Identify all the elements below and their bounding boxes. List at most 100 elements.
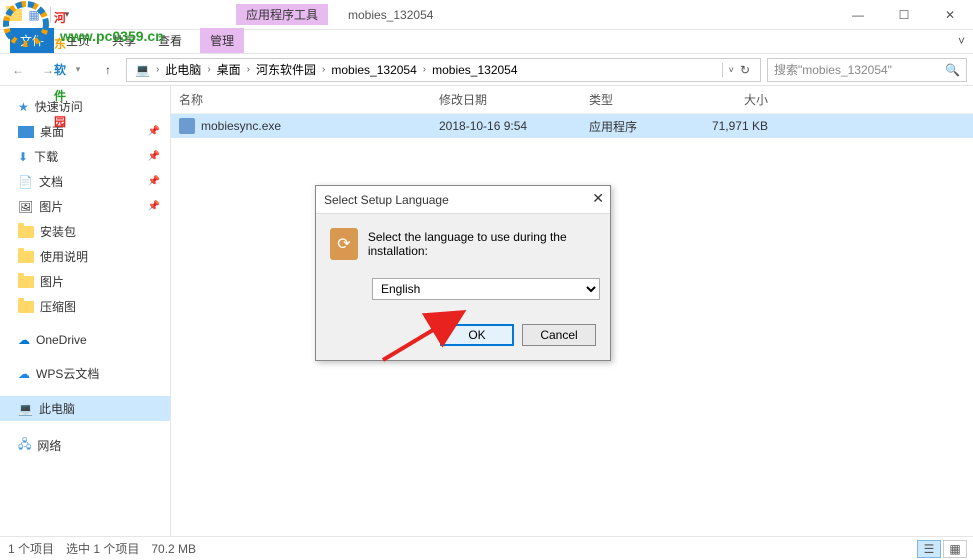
- sidebar-label: 图片: [40, 273, 64, 290]
- crumb-thispc[interactable]: 此电脑: [161, 61, 205, 78]
- pc-icon[interactable]: 💻: [131, 63, 154, 77]
- window-title: mobies_132054: [348, 8, 433, 22]
- status-selected: 选中 1 个项目: [66, 540, 139, 557]
- close-button[interactable]: ✕: [927, 0, 973, 30]
- dialog-close-icon[interactable]: ✕: [592, 190, 604, 207]
- search-box[interactable]: 搜索"mobies_132054" 🔍: [767, 58, 967, 82]
- sidebar-label: 下载: [34, 148, 58, 165]
- window-controls: — ☐ ✕: [835, 0, 973, 30]
- folder-icon: [18, 226, 34, 238]
- sidebar-item-wps[interactable]: ☁ WPS云文档: [0, 361, 170, 386]
- address-bar: ← → ▾ ↑ 💻 › 此电脑 › 桌面 › 河东软件园 › mobies_13…: [0, 54, 973, 86]
- sidebar-item-quick-access[interactable]: ★快速访问: [0, 94, 170, 119]
- crumb-folder[interactable]: 河东软件园: [252, 61, 320, 78]
- icons-view-button[interactable]: ▦: [943, 540, 967, 558]
- tab-manage[interactable]: 管理: [200, 28, 244, 53]
- minimize-button[interactable]: —: [835, 0, 881, 30]
- back-button[interactable]: ←: [6, 58, 30, 82]
- sidebar-label: 此电脑: [39, 400, 75, 417]
- sidebar-item-install[interactable]: 安装包: [0, 219, 170, 244]
- properties-icon[interactable]: ▦: [26, 7, 42, 23]
- sidebar-label: 压缩图: [40, 298, 76, 315]
- search-placeholder: 搜索"mobies_132054": [774, 61, 892, 78]
- column-headers: 名称 修改日期 类型 大小: [171, 86, 973, 114]
- ribbon-tabs: 文件 主页 共享 查看 管理 ˅: [0, 30, 973, 54]
- file-size: 71,971 KB: [681, 119, 776, 133]
- sidebar-item-instructions[interactable]: 使用说明: [0, 244, 170, 269]
- search-icon[interactable]: 🔍: [945, 63, 960, 77]
- address-actions: ˅ ↻: [722, 63, 756, 77]
- sidebar-item-compressed[interactable]: 压缩图: [0, 294, 170, 319]
- exe-icon: [179, 118, 195, 134]
- dialog-titlebar[interactable]: Select Setup Language ✕: [316, 186, 610, 214]
- navigation-sidebar: ★快速访问 桌面📌 ⬇ 下载 📌 📄 文档 📌 🖼图片📌 安装包 使用说明 图片 压缩图…: [0, 86, 171, 536]
- file-type: 应用程序: [581, 118, 681, 135]
- folder-icon: [18, 276, 34, 288]
- document-icon: 📄: [18, 175, 33, 189]
- sidebar-label: 网络: [37, 437, 61, 454]
- sidebar-label: 快速访问: [35, 98, 83, 115]
- file-date: 2018-10-16 9:54: [431, 119, 581, 133]
- file-row[interactable]: mobiesync.exe 2018-10-16 9:54 应用程序 71,97…: [171, 114, 973, 138]
- refresh-icon[interactable]: ↻: [740, 63, 750, 77]
- col-date[interactable]: 修改日期: [431, 91, 581, 108]
- tab-file[interactable]: 文件: [10, 28, 54, 53]
- sidebar-label: 桌面: [40, 123, 64, 140]
- chevron-right-icon[interactable]: ›: [423, 64, 426, 75]
- language-select[interactable]: English: [372, 278, 600, 300]
- qat-dropdown-icon[interactable]: ▾: [59, 7, 75, 23]
- download-icon: ⬇: [18, 150, 28, 164]
- dialog-title: Select Setup Language: [324, 193, 449, 207]
- pin-icon: 📌: [148, 176, 160, 187]
- dropdown-icon[interactable]: ˅: [729, 65, 734, 75]
- status-size: 70.2 MB: [151, 542, 196, 556]
- up-button[interactable]: ↑: [96, 58, 120, 82]
- sidebar-label: OneDrive: [36, 333, 87, 347]
- chevron-right-icon[interactable]: ›: [207, 64, 210, 75]
- sidebar-label: 安装包: [40, 223, 76, 240]
- col-size[interactable]: 大小: [681, 91, 776, 108]
- chevron-right-icon[interactable]: ›: [156, 64, 159, 75]
- folder-icon: [18, 301, 34, 313]
- crumb-folder[interactable]: mobies_132054: [428, 63, 521, 77]
- cancel-button[interactable]: Cancel: [522, 324, 596, 346]
- chevron-right-icon[interactable]: ›: [247, 64, 250, 75]
- chevron-right-icon[interactable]: ›: [322, 64, 325, 75]
- status-bar: 1 个项目 选中 1 个项目 70.2 MB ☰ ▦: [0, 536, 973, 560]
- maximize-button[interactable]: ☐: [881, 0, 927, 30]
- recent-dropdown-icon[interactable]: ▾: [66, 58, 90, 82]
- sidebar-item-documents[interactable]: 📄 文档 📌: [0, 169, 170, 194]
- sidebar-item-pictures2[interactable]: 图片: [0, 269, 170, 294]
- col-name[interactable]: 名称: [171, 91, 431, 108]
- sidebar-item-network[interactable]: 🖧网络: [0, 431, 170, 460]
- sidebar-item-desktop[interactable]: 桌面📌: [0, 119, 170, 144]
- desktop-icon: [18, 126, 34, 138]
- breadcrumb[interactable]: 💻 › 此电脑 › 桌面 › 河东软件园 › mobies_132054 › m…: [126, 58, 761, 82]
- sidebar-label: WPS云文档: [36, 365, 99, 382]
- forward-button[interactable]: →: [36, 58, 60, 82]
- crumb-folder[interactable]: mobies_132054: [327, 63, 420, 77]
- language-dialog: Select Setup Language ✕ ⟳ Select the lan…: [315, 185, 611, 361]
- window-titlebar: ▦ ▾ 应用程序工具 mobies_132054 — ☐ ✕: [0, 0, 973, 30]
- sidebar-label: 文档: [39, 173, 63, 190]
- picture-icon: 🖼: [18, 200, 33, 214]
- sidebar-item-pictures[interactable]: 🖼图片📌: [0, 194, 170, 219]
- wps-icon: ☁: [18, 367, 30, 381]
- sidebar-item-thispc[interactable]: 💻 此电脑: [0, 396, 170, 421]
- tab-home[interactable]: 主页: [56, 28, 100, 53]
- file-name: mobiesync.exe: [201, 119, 281, 133]
- folder-icon: [18, 251, 34, 263]
- sidebar-item-onedrive[interactable]: ☁OneDrive: [0, 329, 170, 351]
- pc-icon: 💻: [18, 402, 33, 416]
- crumb-desktop[interactable]: 桌面: [213, 61, 245, 78]
- sidebar-item-downloads[interactable]: ⬇ 下载 📌: [0, 144, 170, 169]
- ok-button[interactable]: OK: [440, 324, 514, 346]
- col-type[interactable]: 类型: [581, 91, 681, 108]
- ribbon-expand-icon[interactable]: ˅: [958, 34, 965, 48]
- installer-icon: ⟳: [330, 228, 358, 260]
- tab-share[interactable]: 共享: [102, 28, 146, 53]
- tab-view[interactable]: 查看: [148, 28, 192, 53]
- pin-icon: 📌: [148, 151, 160, 162]
- details-view-button[interactable]: ☰: [917, 540, 941, 558]
- sidebar-label: 使用说明: [40, 248, 88, 265]
